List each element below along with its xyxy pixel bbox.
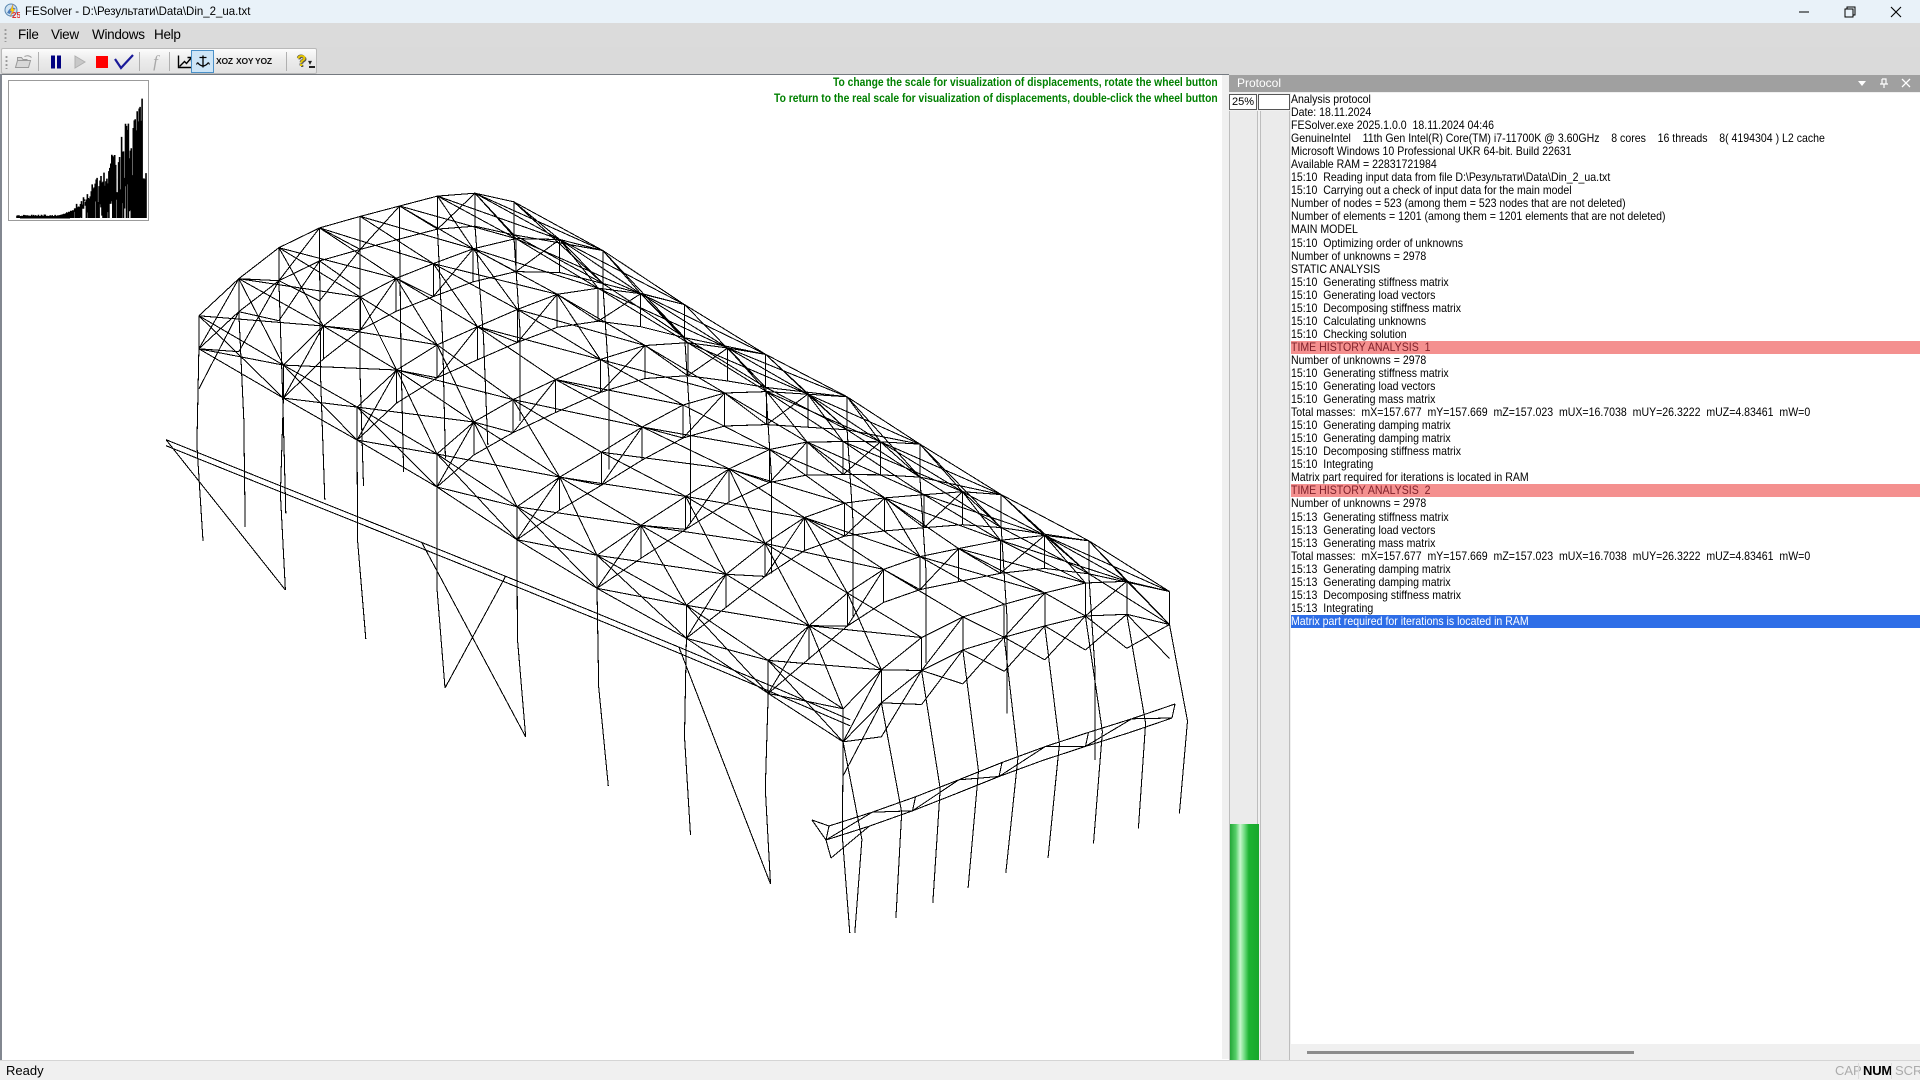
svg-text:25: 25: [12, 11, 20, 19]
